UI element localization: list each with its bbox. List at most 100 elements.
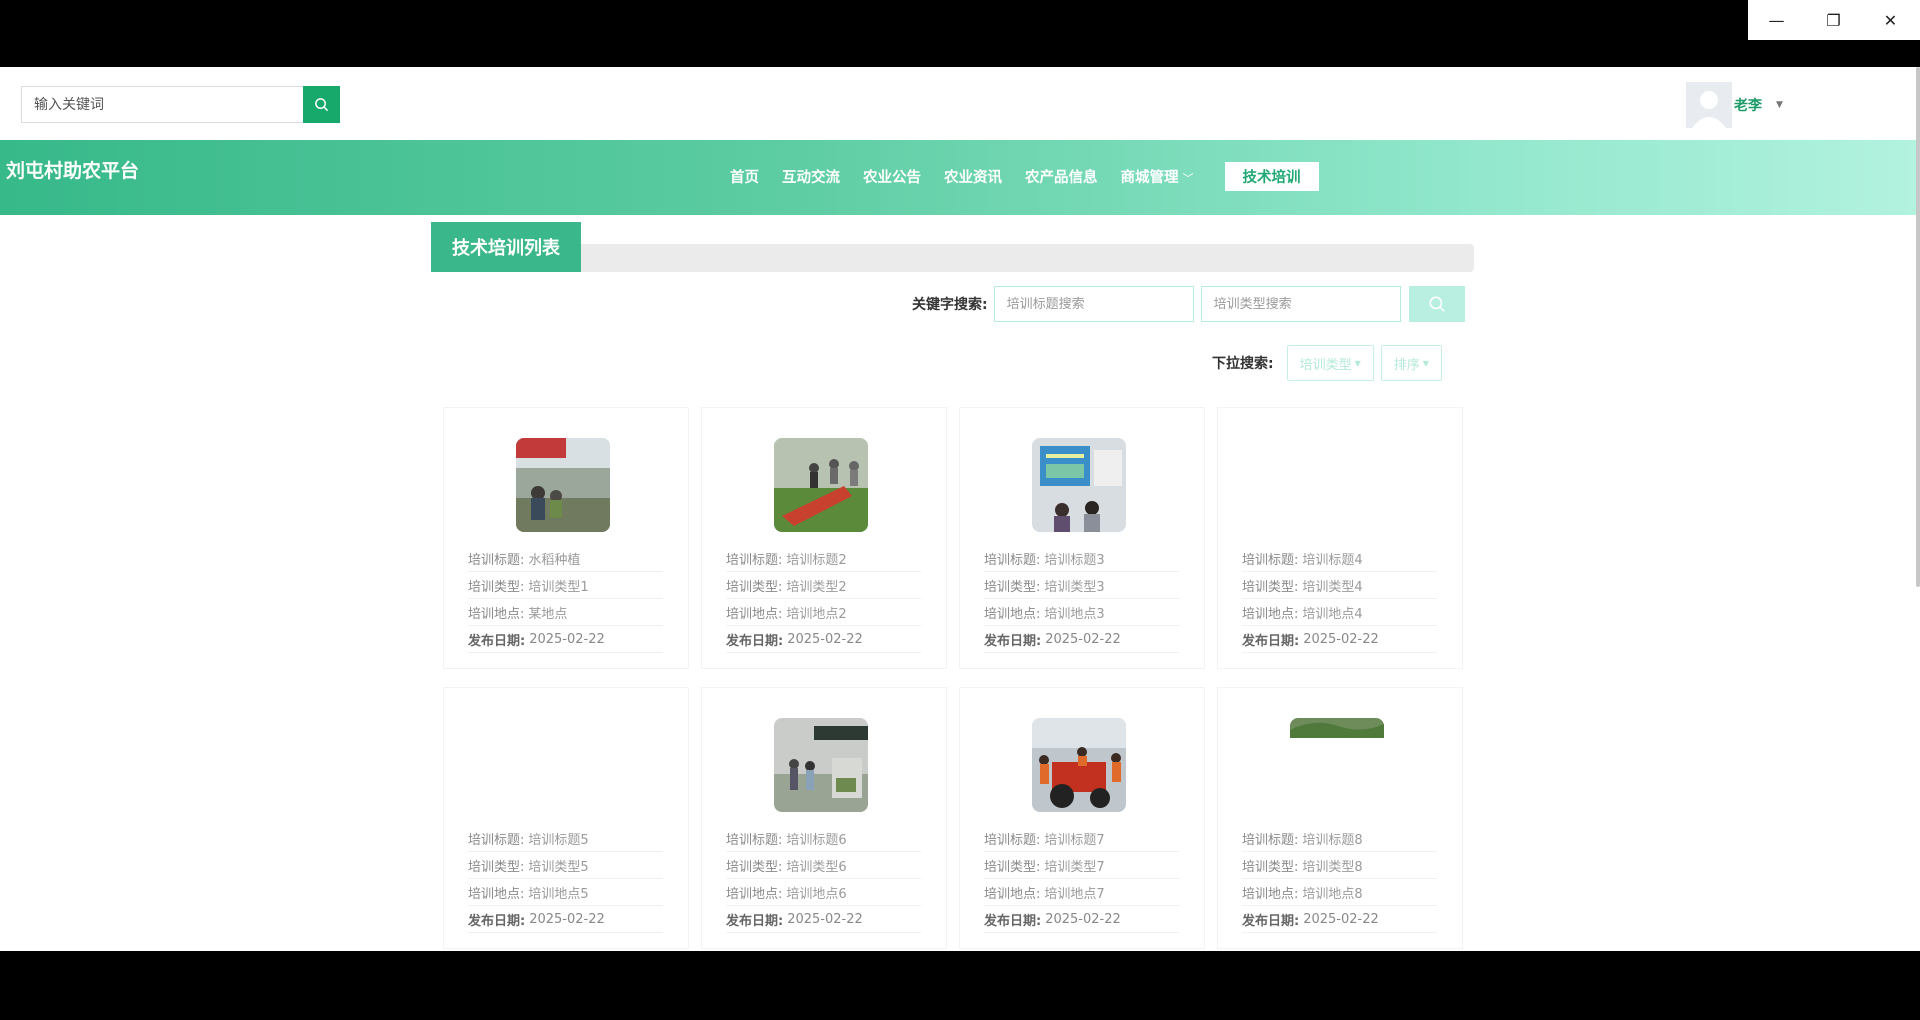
training-place: 培训地点3 bbox=[1044, 606, 1105, 622]
training-type-dropdown[interactable]: 培训类型 ▼ bbox=[1286, 345, 1374, 381]
training-title: 培训标题6 bbox=[786, 832, 847, 848]
training-place: 培训地点5 bbox=[528, 886, 589, 902]
training-card[interactable]: 培训标题: 培训标题2 培训类型: 培训类型2 培训地点: 培训地点2 发布日期: 20… bbox=[701, 407, 947, 669]
nav-home[interactable]: 首页 bbox=[730, 166, 759, 187]
training-title-row: 培训标题: 培训标题6 bbox=[726, 825, 921, 852]
user-avatar-icon bbox=[1692, 91, 1726, 128]
sort-dropdown[interactable]: 排序 ▼ bbox=[1380, 345, 1442, 381]
training-date-row: 发布日期: 2025-02-22 bbox=[726, 906, 921, 933]
training-place-row: 培训地点: 培训地点5 bbox=[468, 879, 663, 906]
field-label: 培训类型: bbox=[726, 859, 783, 875]
nav-products[interactable]: 农产品信息 bbox=[1025, 166, 1098, 187]
search-icon bbox=[315, 98, 329, 112]
field-label: 培训类型: bbox=[984, 579, 1041, 595]
training-date-row: 发布日期: 2025-02-22 bbox=[468, 626, 663, 653]
field-label: 培训地点: bbox=[468, 606, 525, 622]
nav-news[interactable]: 农业资讯 bbox=[944, 166, 1002, 187]
dropdown-search-label: 下拉搜索: bbox=[1212, 356, 1274, 372]
training-image[interactable] bbox=[1290, 718, 1384, 812]
training-image[interactable] bbox=[774, 438, 868, 532]
field-label: 培训地点: bbox=[1242, 606, 1299, 622]
training-info: 培训标题: 培训标题7 培训类型: 培训类型7 培训地点: 培训地点7 发布日期: 20… bbox=[984, 825, 1179, 933]
training-title-row: 培训标题: 培训标题4 bbox=[1242, 545, 1437, 572]
type-search-input[interactable] bbox=[1200, 286, 1401, 322]
keyword-search-button[interactable] bbox=[1408, 286, 1465, 322]
top-search-button[interactable] bbox=[303, 86, 340, 123]
training-type: 培训类型7 bbox=[1044, 859, 1105, 875]
training-title: 培训标题4 bbox=[1302, 552, 1363, 568]
field-label: 培训类型: bbox=[468, 579, 525, 595]
training-card[interactable]: 培训标题: 培训标题8 培训类型: 培训类型8 培训地点: 培训地点8 发布日期: 20… bbox=[1217, 687, 1463, 949]
field-label: 发布日期: bbox=[726, 913, 784, 929]
training-type-row: 培训类型: 培训类型4 bbox=[1242, 572, 1437, 599]
minimize-button[interactable]: — bbox=[1748, 0, 1805, 40]
field-label: 培训类型: bbox=[468, 859, 525, 875]
training-card[interactable]: 培训标题: 培训标题6 培训类型: 培训类型6 培训地点: 培训地点6 发布日期: 20… bbox=[701, 687, 947, 949]
training-card[interactable]: 培训标题: 培训标题3 培训类型: 培训类型3 培训地点: 培训地点3 发布日期: 20… bbox=[959, 407, 1205, 669]
close-button[interactable]: ✕ bbox=[1862, 0, 1919, 40]
field-label: 培训标题: bbox=[468, 552, 525, 568]
nav-mall[interactable]: 商城管理 ﹀ bbox=[1121, 166, 1194, 187]
training-image[interactable] bbox=[516, 438, 610, 532]
nav-training-active[interactable]: 技术培训 bbox=[1224, 162, 1319, 191]
training-place-row: 培训地点: 培训地点4 bbox=[1242, 599, 1437, 626]
field-label: 培训地点: bbox=[1242, 886, 1299, 902]
field-label: 培训地点: bbox=[726, 606, 783, 622]
field-label: 发布日期: bbox=[984, 633, 1042, 649]
field-label: 发布日期: bbox=[1242, 913, 1300, 929]
training-place-row: 培训地点: 培训地点8 bbox=[1242, 879, 1437, 906]
training-info: 培训标题: 培训标题3 培训类型: 培训类型3 培训地点: 培训地点3 发布日期: 20… bbox=[984, 545, 1179, 653]
section-title: 技术培训列表 bbox=[431, 222, 581, 272]
training-image[interactable] bbox=[1032, 438, 1126, 532]
training-date-row: 发布日期: 2025-02-22 bbox=[1242, 906, 1437, 933]
training-info: 培训标题: 培训标题2 培训类型: 培训类型2 培训地点: 培训地点2 发布日期: 20… bbox=[726, 545, 921, 653]
dropdown-search-row: 下拉搜索: 培训类型 ▼ 排序 ▼ bbox=[1212, 345, 1442, 381]
training-date: 2025-02-22 bbox=[787, 911, 863, 927]
training-image[interactable] bbox=[1032, 718, 1126, 812]
vertical-scrollbar[interactable] bbox=[1916, 67, 1920, 587]
user-menu[interactable]: 老李 ▼ bbox=[1686, 82, 1783, 128]
training-info: 培训标题: 培训标题6 培训类型: 培训类型6 培训地点: 培训地点6 发布日期: 20… bbox=[726, 825, 921, 933]
training-type-row: 培训类型: 培训类型2 bbox=[726, 572, 921, 599]
nav-interaction[interactable]: 互动交流 bbox=[782, 166, 840, 187]
training-date: 2025-02-22 bbox=[1303, 911, 1379, 927]
keyword-input[interactable] bbox=[21, 86, 303, 123]
training-image[interactable] bbox=[516, 718, 610, 812]
field-label: 培训标题: bbox=[726, 832, 783, 848]
training-type: 培训类型1 bbox=[528, 579, 589, 595]
training-image[interactable] bbox=[1290, 438, 1384, 532]
main-nav: 首页 互动交流 农业公告 农业资讯 农产品信息 商城管理 ﹀ 技术培训 bbox=[730, 162, 1319, 191]
training-place-row: 培训地点: 培训地点7 bbox=[984, 879, 1179, 906]
training-date-row: 发布日期: 2025-02-22 bbox=[984, 906, 1179, 933]
training-type: 培训类型3 bbox=[1044, 579, 1105, 595]
caret-down-icon: ▼ bbox=[1354, 358, 1361, 368]
window-titlebar: — ❐ ✕ bbox=[0, 0, 1920, 67]
field-label: 培训类型: bbox=[984, 859, 1041, 875]
restore-button[interactable]: ❐ bbox=[1805, 0, 1862, 40]
top-search-bar bbox=[21, 86, 340, 123]
training-date-row: 发布日期: 2025-02-22 bbox=[726, 626, 921, 653]
training-title: 培训标题2 bbox=[786, 552, 847, 568]
training-card[interactable]: 培训标题: 培训标题4 培训类型: 培训类型4 培训地点: 培训地点4 发布日期: 20… bbox=[1217, 407, 1463, 669]
field-label: 发布日期: bbox=[468, 913, 526, 929]
training-info: 培训标题: 培训标题5 培训类型: 培训类型5 培训地点: 培训地点5 发布日期: 20… bbox=[468, 825, 663, 933]
training-type: 培训类型5 bbox=[528, 859, 589, 875]
training-type-label: 培训类型 bbox=[1299, 357, 1352, 373]
training-card[interactable]: 培训标题: 水稻种植 培训类型: 培训类型1 培训地点: 某地点 发布日期: 2025-… bbox=[443, 407, 689, 669]
field-label: 培训标题: bbox=[468, 832, 525, 848]
title-search-input[interactable] bbox=[993, 286, 1194, 322]
training-info: 培训标题: 培训标题8 培训类型: 培训类型8 培训地点: 培训地点8 发布日期: 20… bbox=[1242, 825, 1437, 933]
training-type-row: 培训类型: 培训类型8 bbox=[1242, 852, 1437, 879]
training-place-row: 培训地点: 某地点 bbox=[468, 599, 663, 626]
search-icon bbox=[1429, 296, 1445, 312]
section-bar bbox=[431, 244, 1474, 272]
training-date: 2025-02-22 bbox=[529, 631, 605, 647]
training-title-row: 培训标题: 培训标题7 bbox=[984, 825, 1179, 852]
training-card[interactable]: 培训标题: 培训标题7 培训类型: 培训类型7 培训地点: 培训地点7 发布日期: 20… bbox=[959, 687, 1205, 949]
training-place: 培训地点6 bbox=[786, 886, 847, 902]
training-title: 培训标题7 bbox=[1044, 832, 1105, 848]
training-place-row: 培训地点: 培训地点2 bbox=[726, 599, 921, 626]
nav-announcements[interactable]: 农业公告 bbox=[863, 166, 921, 187]
training-card[interactable]: 培训标题: 培训标题5 培训类型: 培训类型5 培训地点: 培训地点5 发布日期: 20… bbox=[443, 687, 689, 949]
training-image[interactable] bbox=[774, 718, 868, 812]
